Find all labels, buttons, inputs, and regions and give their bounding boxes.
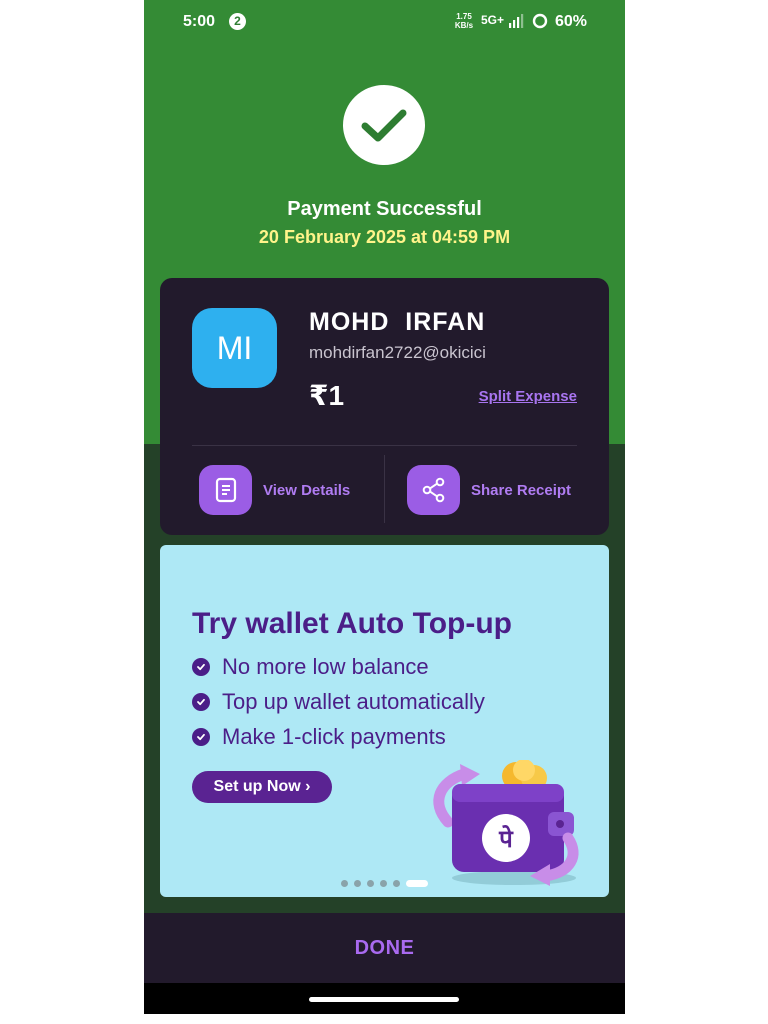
check-icon — [192, 693, 210, 711]
done-button[interactable]: DONE — [355, 937, 415, 960]
view-details-button[interactable]: View Details — [199, 465, 350, 515]
carousel-dot[interactable] — [380, 880, 387, 887]
network-speed-unit: KB/s — [454, 21, 474, 30]
notification-badge: 2 — [229, 13, 246, 30]
share-icon — [407, 465, 460, 515]
check-icon — [192, 728, 210, 746]
payment-datetime: 20 February 2025 at 04:59 PM — [258, 227, 511, 247]
split-expense-link[interactable]: Split Expense — [479, 388, 577, 405]
payee-name: MOHD IRFAN — [309, 308, 486, 336]
carousel-dot[interactable] — [354, 880, 361, 887]
share-receipt-label: Share Receipt — [471, 481, 572, 499]
carousel-dot[interactable] — [367, 880, 374, 887]
status-bar: 5:00 2 1.75 KB/s 5G+ 60% — [144, 0, 625, 44]
view-details-label: View Details — [263, 481, 351, 499]
status-time: 5:00 — [183, 13, 216, 30]
carousel-indicator — [341, 879, 428, 888]
home-indicator[interactable] — [309, 997, 459, 1002]
promo-bullet: Top up wallet automatically — [192, 687, 485, 717]
promo-title: Try wallet Auto Top-up — [192, 607, 512, 640]
share-receipt-button[interactable]: Share Receipt — [407, 465, 571, 515]
battery-percentage: 60% — [555, 13, 588, 30]
wallet-glyph: पे — [498, 825, 514, 853]
network-speed-value: 1.75 — [456, 12, 472, 21]
system-nav-bar — [144, 983, 625, 1014]
phone-screen: 5:00 2 1.75 KB/s 5G+ 60% Payment Success… — [144, 0, 625, 1014]
payee-avatar: MI — [192, 308, 277, 388]
payment-amount: ₹1 — [309, 380, 345, 411]
payment-status-title: Payment Successful — [287, 198, 482, 220]
setup-now-button[interactable]: Set up Now › — [192, 771, 332, 803]
wallet-illustration: पे — [433, 760, 579, 886]
promo-bullet-text: No more low balance — [222, 654, 429, 679]
promo-bullet: No more low balance — [192, 652, 429, 682]
carousel-dot[interactable] — [393, 880, 400, 887]
payment-card: MI MOHD IRFAN mohdirfan2722@okicici ₹1 S… — [160, 278, 609, 535]
done-bar: DONE — [144, 913, 625, 983]
actions-divider — [384, 455, 385, 523]
receipt-icon — [199, 465, 252, 515]
promo-banner[interactable]: Try wallet Auto Top-up No more low balan… — [160, 545, 609, 897]
carousel-dot[interactable] — [341, 880, 348, 887]
promo-bullet: Make 1-click payments — [192, 722, 446, 752]
network-speed: 1.75 KB/s — [453, 12, 475, 30]
success-check-icon — [343, 85, 425, 165]
card-divider — [192, 445, 577, 446]
check-icon — [192, 658, 210, 676]
carousel-dot-active[interactable] — [406, 880, 428, 887]
promo-bullet-text: Top up wallet automatically — [222, 689, 485, 714]
payee-upi-id: mohdirfan2722@okicici — [309, 343, 486, 362]
promo-bullet-text: Make 1-click payments — [222, 724, 446, 749]
battery-icon — [532, 13, 548, 29]
signal-icon — [509, 14, 524, 28]
network-type: 5G+ — [481, 13, 505, 27]
